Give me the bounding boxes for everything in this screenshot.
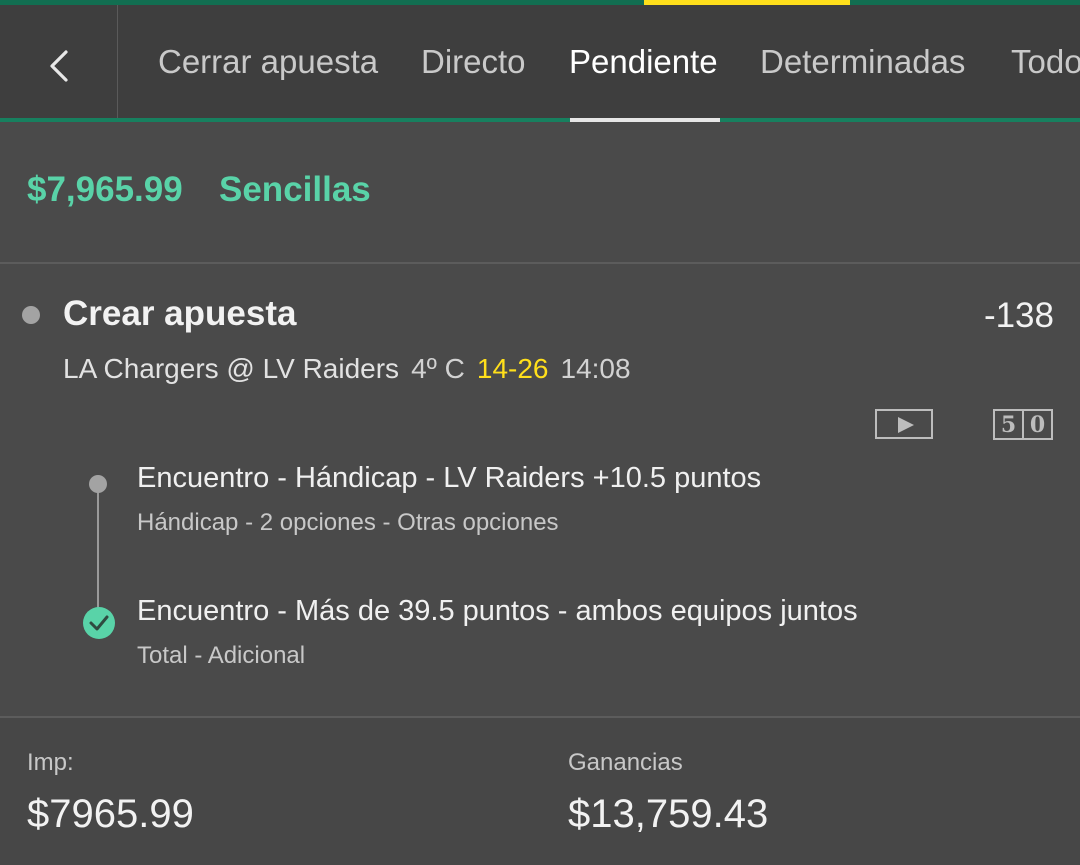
bet-odds: -138 — [983, 296, 1054, 335]
tab-todo[interactable]: Todo — [1011, 43, 1080, 81]
check-icon — [83, 607, 115, 639]
tab-cerrar-apuesta[interactable]: Cerrar apuesta — [158, 43, 378, 81]
stake-value: $7965.99 — [27, 792, 194, 836]
bet-tabs-bar: Cerrar apuesta Directo Pendiente Determi… — [0, 5, 1080, 118]
leg-title: Encuentro - Hándicap - LV Raiders +10.5 … — [137, 462, 762, 494]
leg-title: Encuentro - Más de 39.5 puntos - ambos e… — [137, 595, 858, 627]
scoreboard-digit-right: 0 — [1022, 411, 1051, 438]
scoreboard-digit-left: 5 — [1000, 411, 1017, 438]
tab-pendiente[interactable]: Pendiente — [569, 43, 718, 81]
event-score: 14-26 — [476, 353, 549, 384]
leg-pending-dot — [89, 475, 107, 493]
summary-amount: $7,965.99 — [27, 170, 183, 209]
bet-status-dot — [22, 306, 40, 324]
chevron-left-icon — [50, 50, 68, 82]
tab-directo[interactable]: Directo — [421, 43, 526, 81]
tab-determinadas[interactable]: Determinadas — [760, 43, 965, 81]
returns-label: Ganancias — [568, 749, 683, 776]
bet-title: Crear apuesta — [63, 294, 297, 333]
event-clock: 14:08 — [560, 353, 631, 384]
summary-bet-type: Sencillas — [219, 170, 371, 209]
play-triangle-icon — [898, 417, 914, 433]
bet-footer: Imp: $7965.99 Ganancias $13,759.43 — [0, 718, 1080, 865]
returns-value: $13,759.43 — [568, 792, 769, 836]
bet-card[interactable]: Crear apuesta -138 LA Chargers @ LV Raid… — [0, 264, 1080, 716]
leg-subtitle: Total - Adicional — [137, 642, 306, 669]
back-button[interactable] — [0, 5, 118, 118]
event-teams: LA Chargers @ LV Raiders — [63, 353, 400, 384]
leg-subtitle: Hándicap - 2 opciones - Otras opciones — [137, 509, 559, 536]
stake-label: Imp: — [27, 749, 74, 776]
scoreboard-icon[interactable]: 5 0 — [993, 409, 1053, 440]
event-quarter: 4º C — [411, 353, 465, 384]
bet-summary: $7,965.99 Sencillas — [0, 122, 1080, 264]
play-video-icon[interactable] — [875, 409, 933, 439]
legs-timeline — [97, 484, 99, 624]
event-info: LA Chargers @ LV Raiders 4º C 14-26 14:08 — [63, 353, 637, 385]
